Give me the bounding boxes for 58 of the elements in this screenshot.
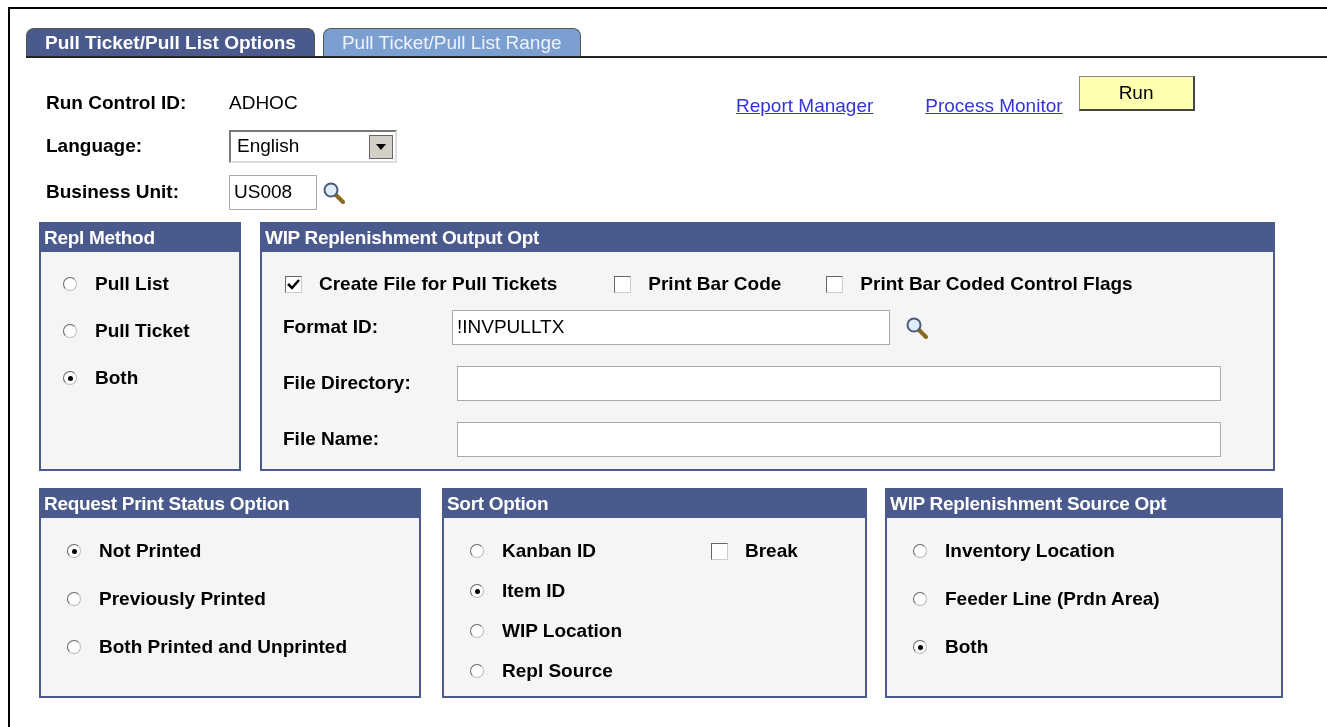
group-header: WIP Replenishment Output Opt <box>262 224 1273 252</box>
option-label: Repl Source <box>502 658 613 683</box>
option-label: Inventory Location <box>945 538 1115 563</box>
checkbox-label: Create File for Pull Tickets <box>319 271 558 296</box>
option-label: WIP Location <box>502 618 622 643</box>
group-header: WIP Replenishment Source Opt <box>887 490 1281 518</box>
search-icon[interactable] <box>906 316 928 339</box>
option-label: Kanban ID <box>502 538 596 563</box>
field-label: Language: <box>46 134 144 159</box>
radio-button[interactable] <box>470 544 484 558</box>
checkbox[interactable] <box>711 542 728 560</box>
radio-button[interactable] <box>63 371 77 385</box>
field-label: File Directory: <box>283 371 412 396</box>
process-monitor-link[interactable]: Process Monitor <box>925 92 1063 121</box>
radio-button[interactable] <box>63 277 77 291</box>
field-label: Business Unit: <box>46 180 181 205</box>
field-value: ADHOC <box>229 90 298 115</box>
option-label: Feeder Line (Prdn Area) <box>945 586 1160 611</box>
group-header: Request Print Status Option <box>41 490 419 518</box>
text-field[interactable] <box>457 366 1221 401</box>
format-id-field[interactable]: !INVPULLTX <box>452 310 890 345</box>
radio-button[interactable] <box>913 592 927 606</box>
checkbox[interactable] <box>614 275 632 293</box>
group-header: Sort Option <box>444 490 865 518</box>
radio-button[interactable] <box>470 584 484 598</box>
group-header: Repl Method <box>41 224 239 252</box>
radio-button[interactable] <box>913 544 927 558</box>
option-label: Pull Ticket <box>95 318 190 343</box>
option-label: Item ID <box>502 578 566 603</box>
language-select[interactable]: English <box>229 130 397 163</box>
business-unit-field[interactable]: US008 <box>229 175 317 210</box>
tab[interactable]: Pull Ticket/Pull List Options <box>26 28 315 56</box>
field-label: File Name: <box>283 427 381 452</box>
radio-button[interactable] <box>913 640 927 654</box>
option-label: Both <box>95 365 139 390</box>
radio-button[interactable] <box>67 592 81 606</box>
radio-button[interactable] <box>63 324 77 338</box>
checkbox-label: Break <box>745 538 798 563</box>
option-label: Previously Printed <box>99 586 266 611</box>
checkbox[interactable] <box>285 275 302 293</box>
radio-button[interactable] <box>67 640 81 654</box>
search-icon[interactable] <box>323 181 345 204</box>
option-label: Not Printed <box>99 538 202 563</box>
radio-button[interactable] <box>470 664 484 678</box>
report-manager-link[interactable]: Report Manager <box>736 92 874 121</box>
radio-button[interactable] <box>67 544 81 558</box>
checkbox-label: Print Bar Code <box>648 271 782 296</box>
checkbox-label: Print Bar Coded Control Flags <box>860 271 1133 296</box>
checkbox[interactable] <box>826 275 844 293</box>
option-label: Pull List <box>95 271 169 296</box>
option-label: Both <box>945 634 989 659</box>
option-label: Both Printed and Unprinted <box>99 634 348 659</box>
run-button[interactable]: Run <box>1078 76 1195 111</box>
radio-button[interactable] <box>470 624 484 638</box>
field-label: Format ID: <box>283 315 379 340</box>
text-field[interactable] <box>457 422 1221 457</box>
dropdown-arrow-icon <box>376 143 386 150</box>
field-label: Run Control ID: <box>46 90 188 115</box>
